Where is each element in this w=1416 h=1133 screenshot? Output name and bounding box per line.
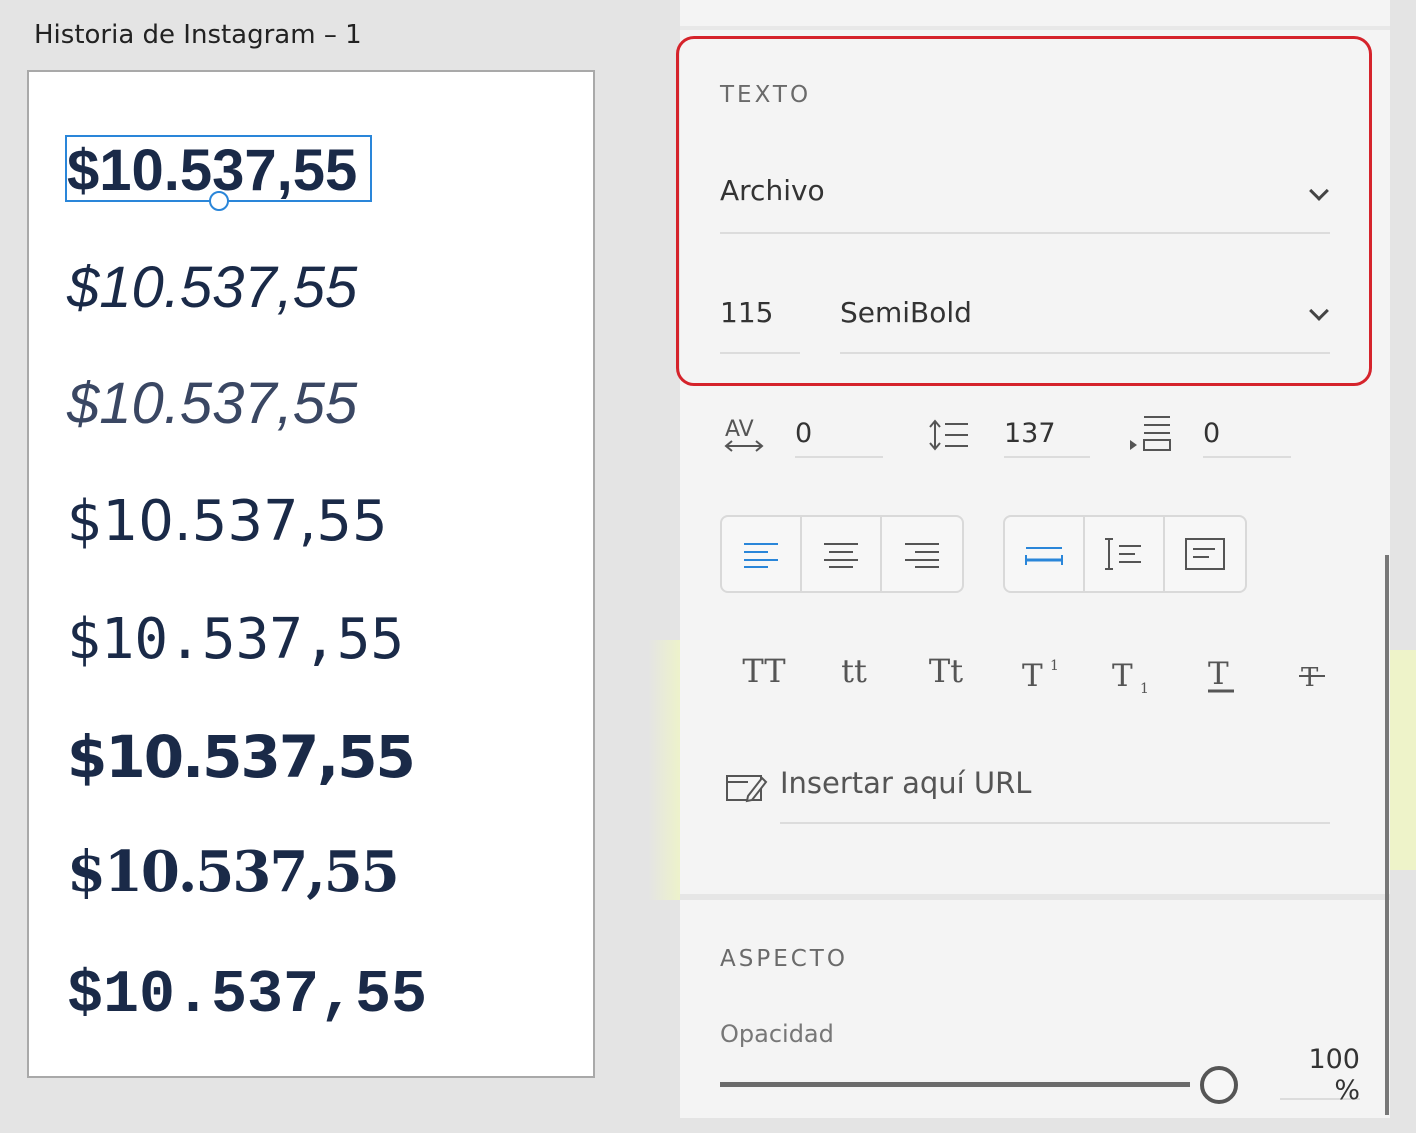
opacity-label: Opacidad bbox=[720, 1020, 834, 1048]
text-sample-3[interactable]: $10.537,55 bbox=[67, 375, 357, 433]
font-family-dropdown[interactable]: Archivo bbox=[720, 174, 1330, 234]
subscript-icon[interactable]: T 1 bbox=[1110, 656, 1154, 696]
text-sample-2[interactable]: $10.537,55 bbox=[67, 259, 357, 317]
character-spacing-value: 0 bbox=[795, 418, 813, 449]
text-align-group bbox=[720, 515, 964, 593]
align-center-icon bbox=[824, 543, 858, 568]
opacity-value-field[interactable]: 100 % bbox=[1280, 1044, 1360, 1106]
svg-text:1: 1 bbox=[1050, 658, 1059, 674]
panel-scrollbar[interactable] bbox=[1385, 555, 1389, 1115]
auto-height-icon bbox=[1105, 538, 1141, 570]
background-strip-right bbox=[1390, 650, 1416, 870]
svg-text:T: T bbox=[1112, 658, 1133, 694]
background-strip bbox=[648, 640, 682, 900]
auto-width-icon bbox=[1025, 547, 1063, 565]
auto-width-button[interactable] bbox=[1005, 517, 1085, 591]
svg-text:T: T bbox=[1208, 656, 1229, 692]
artboard[interactable]: $10.537,55 $10.537,55 $10.537,55 $10.537… bbox=[27, 70, 595, 1078]
line-spacing-field[interactable]: 137 bbox=[1004, 418, 1090, 458]
line-spacing-icon bbox=[929, 419, 968, 451]
section-divider bbox=[680, 894, 1390, 900]
url-input[interactable]: Insertar aquí URL bbox=[780, 766, 1330, 824]
font-size-field[interactable]: 115 bbox=[720, 296, 800, 354]
svg-text:AV: AV bbox=[725, 417, 754, 442]
svg-text:T: T bbox=[1301, 663, 1319, 693]
uppercase-button[interactable]: TT bbox=[734, 652, 794, 690]
paragraph-spacing-field[interactable]: 0 bbox=[1203, 418, 1291, 458]
svg-text:T: T bbox=[1022, 658, 1043, 692]
opacity-slider-track[interactable] bbox=[720, 1082, 1190, 1087]
superscript-icon[interactable]: T 1 bbox=[1020, 656, 1064, 692]
align-left-button[interactable] bbox=[722, 517, 802, 591]
fixed-size-icon bbox=[1185, 538, 1225, 570]
text-sample-5[interactable]: $10.537,55 bbox=[67, 612, 404, 668]
text-sample-8[interactable]: $10.537,55 bbox=[67, 966, 427, 1026]
auto-height-button[interactable] bbox=[1085, 517, 1165, 591]
paragraph-spacing-icon bbox=[1130, 416, 1171, 451]
font-family-value: Archivo bbox=[720, 174, 825, 207]
paragraph-spacing-value: 0 bbox=[1203, 418, 1221, 449]
align-left-icon bbox=[744, 543, 778, 568]
font-weight-value: SemiBold bbox=[840, 296, 972, 329]
align-right-button[interactable] bbox=[882, 517, 962, 591]
align-center-button[interactable] bbox=[802, 517, 882, 591]
line-spacing-value: 137 bbox=[1004, 418, 1056, 449]
appearance-section-label: ASPECTO bbox=[720, 946, 848, 972]
text-resize-handle[interactable] bbox=[209, 191, 229, 211]
opacity-value: 100 % bbox=[1308, 1044, 1360, 1106]
text-sample-1[interactable]: $10.537,55 bbox=[67, 142, 357, 200]
font-weight-dropdown[interactable]: SemiBold bbox=[840, 296, 1330, 354]
text-sample-4[interactable]: $10.537,55 bbox=[67, 494, 388, 550]
font-size-value: 115 bbox=[720, 296, 774, 329]
underline-icon[interactable]: T bbox=[1204, 656, 1240, 696]
text-sample-6[interactable]: $10.537,55 bbox=[67, 728, 416, 786]
svg-text:1: 1 bbox=[1140, 681, 1149, 696]
character-spacing-field[interactable]: 0 bbox=[795, 418, 883, 458]
panel-header-area bbox=[680, 0, 1390, 30]
lowercase-button[interactable]: tt bbox=[824, 652, 884, 690]
text-box-mode-group bbox=[1003, 515, 1247, 593]
character-spacing-icon: AV bbox=[724, 417, 764, 452]
align-right-icon bbox=[905, 543, 939, 568]
text-section-label: TEXTO bbox=[720, 82, 812, 108]
strikethrough-icon[interactable]: T bbox=[1296, 660, 1330, 694]
url-input-placeholder: Insertar aquí URL bbox=[780, 766, 1032, 800]
opacity-slider-thumb[interactable] bbox=[1200, 1066, 1238, 1104]
artboard-title[interactable]: Historia de Instagram – 1 bbox=[34, 20, 362, 50]
link-edit-icon bbox=[726, 775, 768, 803]
titlecase-button[interactable]: Tt bbox=[916, 652, 976, 690]
fixed-size-button[interactable] bbox=[1165, 517, 1245, 591]
text-sample-7[interactable]: $10.537,55 bbox=[67, 844, 400, 900]
